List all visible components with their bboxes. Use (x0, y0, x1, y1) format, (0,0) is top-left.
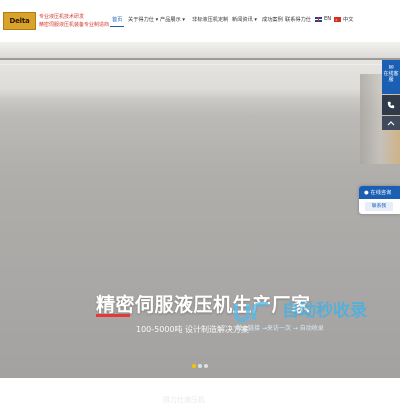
consult-title: 在线咨询 (370, 190, 392, 196)
slogan-line-1: 专业液压机技术研发 (39, 14, 85, 20)
nav-about[interactable]: 关于得力仕 ▾ (128, 16, 158, 24)
logo-text: Delta (9, 17, 30, 25)
nav-active-indicator (110, 26, 124, 27)
hero-banner[interactable]: 精密伺服液压机生产厂家 100-5000吨 设计制造解决方案 自动秒收录 做上链… (0, 42, 400, 378)
factory-beam (0, 58, 400, 60)
nav-news[interactable]: 新闻资讯 ▾ (232, 16, 257, 24)
phone-tab[interactable] (382, 95, 400, 115)
watermark-subtitle: 做上链接 →来访一次 → 自动收录 (236, 325, 324, 332)
slide-dot-3[interactable] (204, 364, 208, 368)
online-service-label: 在线客服 (383, 71, 399, 83)
arrow-up-icon (387, 121, 395, 126)
consult-header: ● 在线咨询 (359, 186, 400, 199)
nav-custom-press[interactable]: 非标液压机定制 (192, 16, 228, 24)
consult-button[interactable]: 联系我 (365, 202, 393, 211)
slide-dot-1[interactable] (192, 364, 196, 368)
slogan-line-2: 精密伺服液压机装备专业制造商 (39, 22, 110, 28)
nav-contact[interactable]: 联系得力仕 (285, 16, 311, 24)
watermark-title: 自动秒收录 (282, 301, 367, 321)
user-icon: ● (364, 189, 369, 196)
online-service-tab[interactable]: ✉ 在线客服 (382, 60, 400, 94)
nav-home[interactable]: 首页 (112, 16, 122, 24)
china-flag-icon[interactable]: ★ (334, 17, 341, 22)
next-section-heading: 得力仕液压机 (163, 396, 205, 404)
logo[interactable]: Delta (3, 12, 36, 30)
uk-flag-icon[interactable] (315, 17, 322, 22)
lang-cn-link[interactable]: 中文 (343, 16, 353, 24)
lang-en-link[interactable]: EN (324, 16, 331, 24)
site-header: Delta 专业液压机技术研发 精密伺服液压机装备专业制造商 首页 关于得力仕 … (0, 0, 400, 42)
banner-subtitle: 100-5000吨 设计制造解决方案 (136, 325, 250, 334)
factory-ceiling (0, 42, 400, 58)
watermark-logo-icon (234, 302, 268, 323)
factory-rail (0, 64, 400, 65)
back-to-top-button[interactable] (382, 116, 400, 130)
phone-icon (387, 101, 395, 109)
slide-dot-2[interactable] (198, 364, 202, 368)
consult-widget[interactable]: ● 在线咨询 联系我 (359, 186, 400, 214)
nav-products[interactable]: 产品展示 ▾ (160, 16, 185, 24)
banner-title-accent (96, 314, 130, 317)
nav-cases[interactable]: 成功案例 (262, 16, 283, 24)
